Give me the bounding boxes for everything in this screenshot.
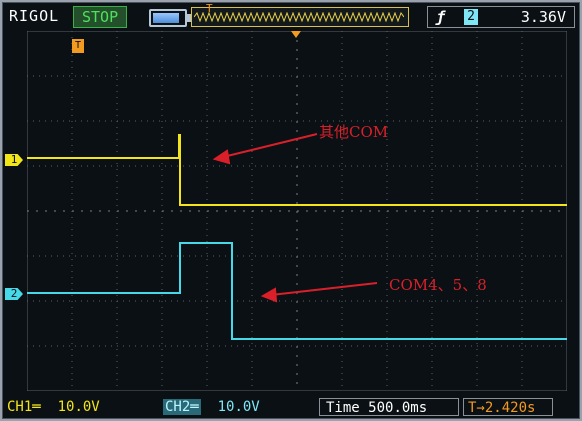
oscilloscope-screen: RIGOL STOP T ƒ 2 3.36V T 1 2 其他COM COM4、… [2, 2, 580, 419]
ch2-scale-value: 10.0V [217, 399, 260, 415]
trigger-offset-icon: T→ [468, 400, 485, 416]
battery-icon [149, 9, 191, 27]
timebase-value: 500.0ms [368, 400, 428, 416]
bottom-status-bar: CH1═ 10.0V CH2═ 10.0V Time 500.0ms T→2.4… [3, 395, 579, 417]
annotation-other-com: 其他COM [319, 123, 389, 141]
timebase-label: Time [326, 400, 360, 416]
ch1-ground-marker[interactable]: 1 [5, 154, 23, 166]
trigger-edge-icon: ƒ [436, 8, 446, 26]
run-stop-status[interactable]: STOP [73, 6, 128, 28]
ch1-label: CH1 [7, 399, 33, 415]
trigger-source-badge: 2 [464, 9, 478, 25]
annotation-com-list: COM4、5、8 [389, 276, 487, 294]
ch1-scale-chip[interactable]: CH1═ 10.0V [7, 398, 100, 416]
ch2-label: CH2 [165, 399, 191, 415]
top-status-bar: RIGOL STOP T ƒ 2 3.36V [3, 2, 579, 29]
trigger-info-box[interactable]: ƒ 2 3.36V [427, 6, 575, 28]
waveform-grid [27, 31, 567, 391]
trigger-offset-value: 2.420s [484, 400, 536, 416]
ch2-coupling-icon: ═ [190, 399, 199, 415]
brand-logo: RIGOL [9, 7, 60, 25]
ch1-scale-value: 10.0V [57, 399, 100, 415]
waveform-overview-icon [194, 12, 404, 22]
trigger-level-value: 3.36V [520, 8, 566, 26]
trigger-offset-box[interactable]: T→2.420s [463, 398, 553, 416]
ch1-coupling-icon: ═ [32, 399, 41, 415]
timebase-box[interactable]: Time 500.0ms [319, 398, 459, 416]
ch2-ground-marker[interactable]: 2 [5, 288, 23, 300]
ch2-scale-chip[interactable]: CH2═ 10.0V [163, 398, 260, 416]
trigger-position-arrow-icon [291, 31, 301, 38]
trigger-time-marker: T [72, 39, 84, 53]
memory-overview-bar: T [191, 2, 409, 27]
